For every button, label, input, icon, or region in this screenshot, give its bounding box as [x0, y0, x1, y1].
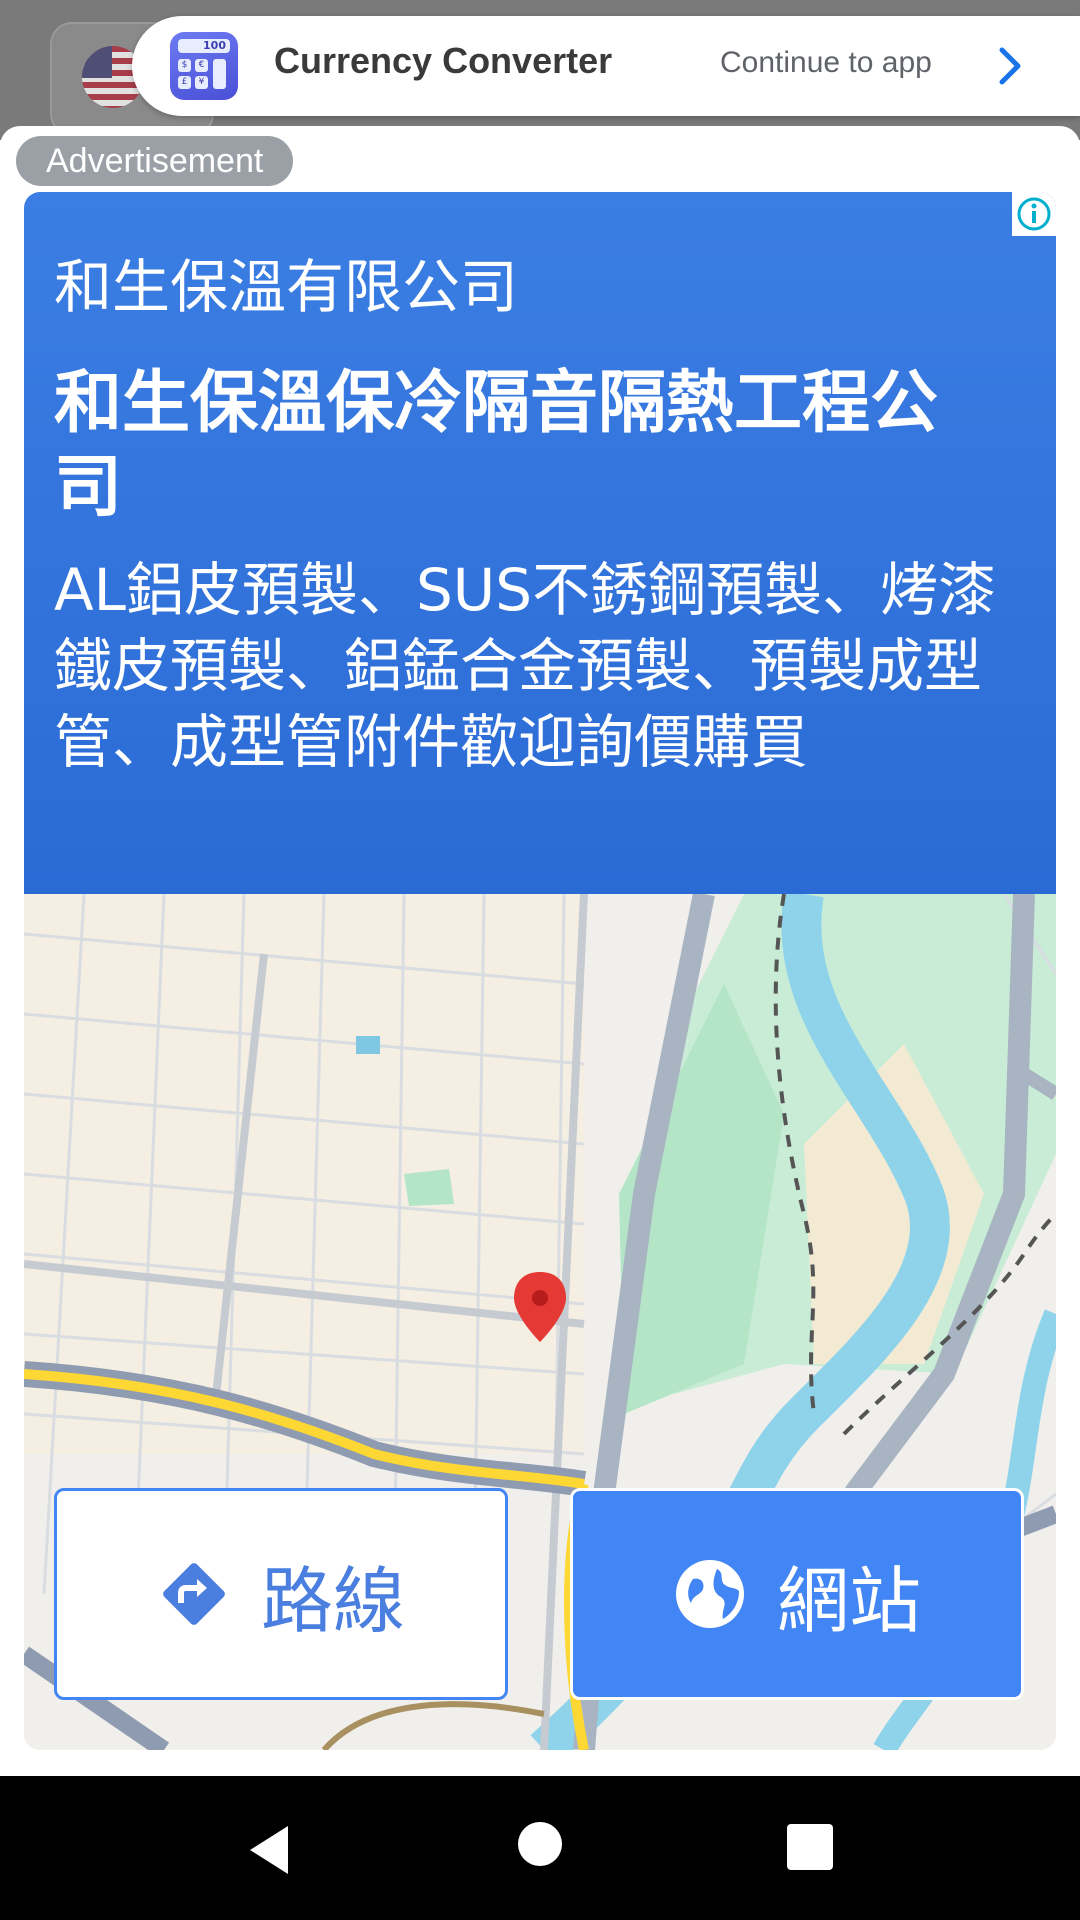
- directions-label: 路線: [260, 1558, 405, 1643]
- directions-diamond-icon: [163, 1563, 225, 1625]
- directions-button[interactable]: 路線: [54, 1488, 508, 1700]
- app-name: Currency Converter: [274, 40, 613, 81]
- back-icon[interactable]: [244, 1822, 300, 1878]
- chevron-right-icon[interactable]: [990, 46, 1030, 86]
- website-label: 網站: [776, 1558, 921, 1643]
- app-icon-key: €: [195, 59, 208, 72]
- app-icon-key: £: [178, 76, 191, 89]
- home-icon[interactable]: [518, 1822, 562, 1866]
- info-icon[interactable]: [1012, 192, 1056, 236]
- company-name: 和生保溫有限公司: [54, 253, 519, 321]
- app-icon-key: $: [178, 59, 191, 72]
- advertisement-label: Advertisement: [16, 136, 294, 186]
- website-button[interactable]: 網站: [570, 1488, 1024, 1700]
- ad-description: AL鋁皮預製、SUS不銹鋼預製、烤漆鐵皮預製、鋁錳合金預製、預製成型管、成型管附…: [54, 556, 997, 776]
- ad-card[interactable]: 和生保溫有限公司 和生保溫保冷隔音隔熱工程公司 AL鋁皮預製、SUS不銹鋼預製、…: [24, 192, 1056, 1750]
- continue-to-app-link[interactable]: Continue to app: [720, 46, 932, 80]
- ad-headline: 和生保溫保冷隔音隔熱工程公司: [54, 364, 939, 527]
- app-open-banner[interactable]: 100 $ € £ ¥ Currency Converter Continue …: [132, 16, 1080, 116]
- ad-header[interactable]: 和生保溫有限公司 和生保溫保冷隔音隔熱工程公司 AL鋁皮預製、SUS不銹鋼預製、…: [24, 192, 1056, 894]
- globe-icon: [675, 1560, 744, 1628]
- recents-icon[interactable]: [787, 1824, 833, 1870]
- system-navigation-bar: [0, 1776, 1080, 1920]
- app-icon-equals-key: [213, 59, 226, 89]
- app-icon-display: 100: [178, 39, 230, 53]
- currency-converter-app-icon: 100 $ € £ ¥: [170, 32, 238, 100]
- app-icon-key: ¥: [195, 76, 208, 89]
